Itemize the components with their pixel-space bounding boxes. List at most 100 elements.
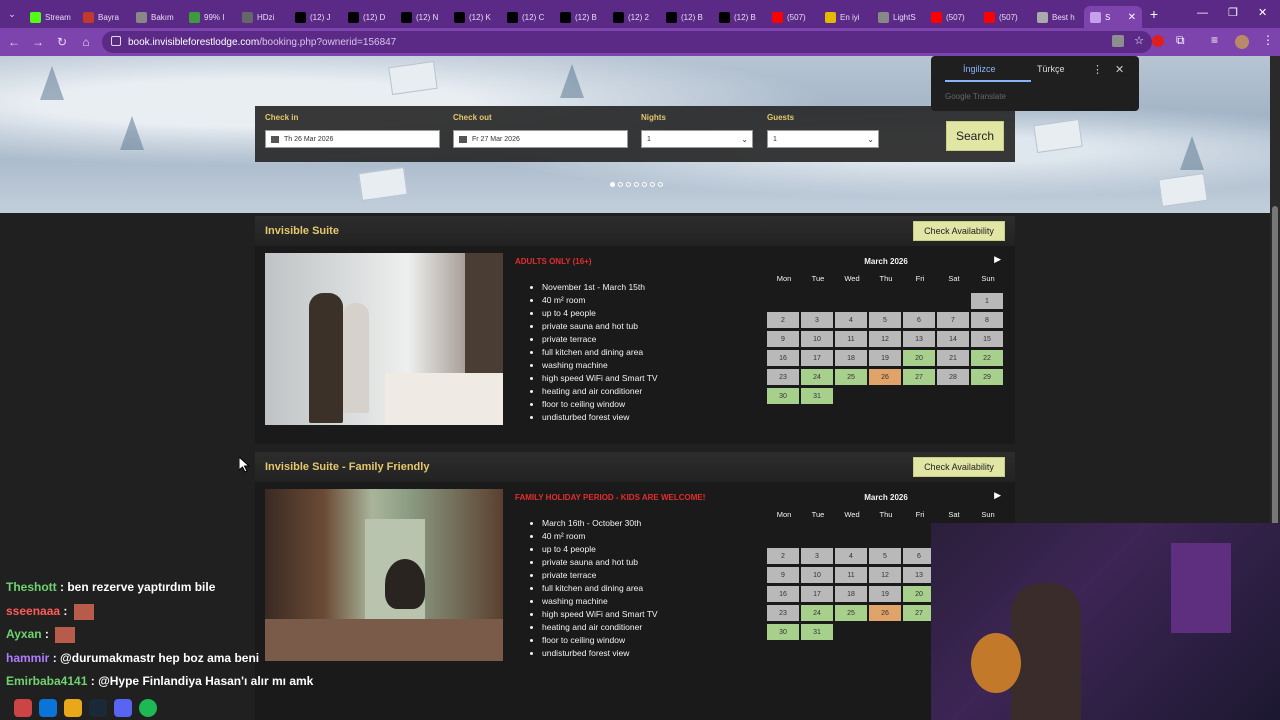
calendar-day[interactable]: 11 (835, 331, 867, 347)
calendar-day-available[interactable]: 30 (767, 624, 799, 640)
nights-select[interactable]: 1 ⌄ (641, 130, 753, 148)
calendar-day-available[interactable]: 31 (801, 388, 833, 404)
calendar-day[interactable]: 12 (869, 567, 901, 583)
calendar-day-available[interactable]: 27 (903, 369, 935, 385)
calendar-day[interactable]: 10 (801, 567, 833, 583)
calendar-day[interactable]: 7 (937, 312, 969, 328)
browser-tab[interactable]: (12) D (342, 6, 395, 28)
calendar-day[interactable]: 17 (801, 586, 833, 602)
carousel-dots[interactable] (610, 182, 663, 187)
maximize-icon[interactable]: ❐ (1228, 6, 1238, 19)
calendar-day-selected[interactable]: 26 (869, 369, 901, 385)
calendar-day-available[interactable]: 30 (767, 388, 799, 404)
browser-tab[interactable]: Stream (24, 6, 77, 28)
check-availability-button[interactable]: Check Availability (913, 221, 1005, 241)
forward-icon[interactable]: → (26, 35, 50, 49)
calendar-day-available[interactable]: 24 (801, 605, 833, 621)
calendar-day[interactable]: 3 (801, 548, 833, 564)
tab-active[interactable]: S ✕ (1084, 6, 1142, 28)
more-options-icon[interactable]: ⋮ (1092, 63, 1103, 76)
browser-tab[interactable]: Bayra (77, 6, 130, 28)
tab-search-icon[interactable]: ⌄ (0, 9, 24, 20)
translate-lang-target[interactable]: Türkçe (1037, 64, 1065, 74)
checkout-field[interactable]: Fr 27 Mar 2026 (453, 130, 628, 148)
menu-kebab-icon[interactable]: ⋮ (1262, 33, 1274, 47)
steam-icon[interactable] (89, 698, 107, 717)
extension-icon[interactable] (1152, 35, 1164, 47)
browser-tab[interactable]: 99% I (183, 6, 236, 28)
calendar-day[interactable]: 15 (971, 331, 1003, 347)
browser-tab[interactable]: (12) 2 (607, 6, 660, 28)
new-tab-icon[interactable]: + (1142, 6, 1166, 22)
browser-tab[interactable]: (507) (925, 6, 978, 28)
calendar-day[interactable]: 16 (767, 586, 799, 602)
calendar-day[interactable]: 5 (869, 548, 901, 564)
browser-tab[interactable]: HDzi (236, 6, 289, 28)
app-icon[interactable] (14, 698, 32, 717)
close-tab-icon[interactable]: ✕ (1128, 12, 1136, 23)
browser-tab[interactable]: Best h (1031, 6, 1084, 28)
extensions-puzzle-icon[interactable]: ⧉ (1176, 33, 1185, 48)
next-month-icon[interactable]: ▶ (994, 254, 1001, 265)
calendar-day[interactable]: 14 (937, 331, 969, 347)
calendar-day[interactable]: 3 (801, 312, 833, 328)
home-icon[interactable]: ⌂ (74, 35, 98, 49)
check-availability-button[interactable]: Check Availability (913, 457, 1005, 477)
calendar-day[interactable]: 19 (869, 586, 901, 602)
calendar-day[interactable]: 16 (767, 350, 799, 366)
calendar-day[interactable]: 1 (971, 293, 1003, 309)
back-icon[interactable]: ← (2, 35, 26, 49)
search-button[interactable]: Search (946, 121, 1004, 151)
calendar-day-available[interactable]: 29 (971, 369, 1003, 385)
browser-tab[interactable]: (507) (766, 6, 819, 28)
calendar-day[interactable]: 17 (801, 350, 833, 366)
calendar-day[interactable]: 23 (767, 369, 799, 385)
browser-tab[interactable]: (12) N (395, 6, 448, 28)
calendar-day[interactable]: 2 (767, 312, 799, 328)
profile-avatar[interactable] (1235, 35, 1249, 49)
calendar-day[interactable]: 21 (937, 350, 969, 366)
bookmark-star-icon[interactable]: ☆ (1134, 34, 1144, 47)
browser-tab[interactable]: (12) B (554, 6, 607, 28)
calendar-day[interactable]: 18 (835, 586, 867, 602)
calendar-day-available[interactable]: 20 (903, 350, 935, 366)
browser-tab[interactable]: (12) K (448, 6, 501, 28)
browser-tab[interactable]: LightS (872, 6, 925, 28)
calendar-day[interactable]: 23 (767, 605, 799, 621)
calendar-day-available[interactable]: 24 (801, 369, 833, 385)
calendar-day[interactable]: 13 (903, 331, 935, 347)
checkin-field[interactable]: Th 26 Mar 2026 (265, 130, 440, 148)
browser-tab[interactable]: Bakım (130, 6, 183, 28)
media-icon[interactable]: ≡ (1211, 33, 1218, 47)
calendar-day-available[interactable]: 31 (801, 624, 833, 640)
chrome-icon[interactable] (64, 698, 82, 717)
reload-icon[interactable]: ↻ (50, 35, 74, 49)
calendar-day[interactable]: 4 (835, 312, 867, 328)
calendar-day[interactable]: 8 (971, 312, 1003, 328)
calendar-day[interactable]: 10 (801, 331, 833, 347)
minimize-icon[interactable]: — (1197, 7, 1208, 19)
browser-tab[interactable]: (12) B (660, 6, 713, 28)
translate-icon[interactable] (1112, 35, 1124, 47)
url-field[interactable]: book.invisibleforestlodge.com/booking.ph… (102, 31, 1152, 53)
calendar-day-available[interactable]: 25 (835, 605, 867, 621)
outlook-icon[interactable] (39, 698, 57, 717)
guests-select[interactable]: 1 ⌄ (767, 130, 879, 148)
calendar-day[interactable]: 18 (835, 350, 867, 366)
browser-tab[interactable]: (12) C (501, 6, 554, 28)
browser-tab[interactable]: (507) (978, 6, 1031, 28)
translate-lang-source[interactable]: İngilizce (963, 64, 996, 74)
discord-icon[interactable] (114, 698, 132, 717)
close-icon[interactable]: ✕ (1115, 63, 1124, 76)
calendar-day[interactable]: 9 (767, 567, 799, 583)
browser-tab[interactable]: En iyi (819, 6, 872, 28)
next-month-icon[interactable]: ▶ (994, 490, 1001, 501)
calendar-day[interactable]: 6 (903, 312, 935, 328)
calendar-day-available[interactable]: 25 (835, 369, 867, 385)
calendar-day-selected[interactable]: 26 (869, 605, 901, 621)
close-window-icon[interactable]: ✕ (1258, 6, 1267, 19)
spotify-icon[interactable] (139, 698, 157, 717)
calendar-day[interactable]: 5 (869, 312, 901, 328)
site-info-icon[interactable] (111, 36, 121, 46)
browser-tab[interactable]: (12) J (289, 6, 342, 28)
